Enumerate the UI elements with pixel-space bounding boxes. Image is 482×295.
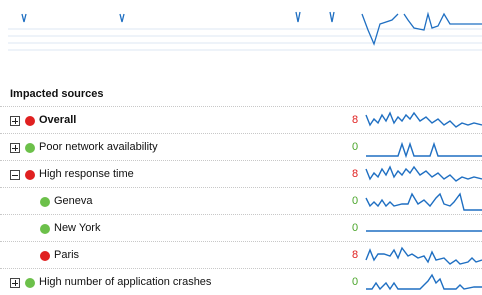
source-label[interactable]: High response time <box>39 168 134 180</box>
impacted-sources-list: Overall 8 Poor network availability 0 High r… <box>0 106 482 295</box>
sparkline <box>366 273 482 291</box>
sparkline <box>366 230 482 232</box>
sparkline <box>365 111 482 128</box>
sparkline <box>365 246 482 265</box>
source-label[interactable]: Geneva <box>54 195 93 207</box>
expand-icon[interactable] <box>10 116 20 126</box>
incident-count: 0 <box>352 141 359 153</box>
source-row[interactable]: Overall 8 <box>0 106 482 133</box>
sparkline-path <box>366 273 482 291</box>
source-label[interactable]: High number of application crashes <box>39 276 211 288</box>
top-timeline-chart <box>8 11 482 51</box>
source-row[interactable]: Geneva 0 <box>0 187 482 214</box>
source-row[interactable]: Paris 8 <box>0 241 482 268</box>
incident-count: 0 <box>352 195 359 207</box>
source-row[interactable]: High response time 8 <box>0 160 482 187</box>
timeline-line <box>21 11 482 46</box>
impacted-sources-title: Impacted sources <box>10 88 104 100</box>
sparkline-path <box>365 246 482 265</box>
incident-count: 0 <box>352 222 359 234</box>
source-row[interactable]: Poor network availability 0 <box>0 133 482 160</box>
status-dot-icon <box>40 224 50 234</box>
incident-count: 0 <box>352 276 359 288</box>
status-dot-icon <box>40 197 50 207</box>
sparkline-path <box>365 192 482 211</box>
sparkline-path <box>366 141 482 158</box>
expand-icon[interactable] <box>10 278 20 288</box>
source-label[interactable]: New York <box>54 222 100 234</box>
source-row[interactable]: High number of application crashes 0 <box>0 268 482 295</box>
status-dot-icon <box>25 170 35 180</box>
status-dot-icon <box>40 251 50 261</box>
source-label[interactable]: Paris <box>54 249 79 261</box>
sparkline-path <box>365 165 482 182</box>
incident-count: 8 <box>352 114 359 126</box>
incident-count: 8 <box>352 168 359 180</box>
source-row[interactable]: New York 0 <box>0 214 482 241</box>
sparkline-path <box>365 111 482 128</box>
expand-icon[interactable] <box>10 143 20 153</box>
sparkline <box>365 192 482 211</box>
status-dot-icon <box>25 278 35 288</box>
incident-count: 8 <box>352 249 359 261</box>
status-dot-icon <box>25 143 35 153</box>
source-label[interactable]: Overall <box>39 114 76 126</box>
status-dot-icon <box>25 116 35 126</box>
sparkline <box>365 165 482 182</box>
collapse-icon[interactable] <box>10 170 20 180</box>
sparkline <box>366 141 482 158</box>
source-label[interactable]: Poor network availability <box>39 141 158 153</box>
